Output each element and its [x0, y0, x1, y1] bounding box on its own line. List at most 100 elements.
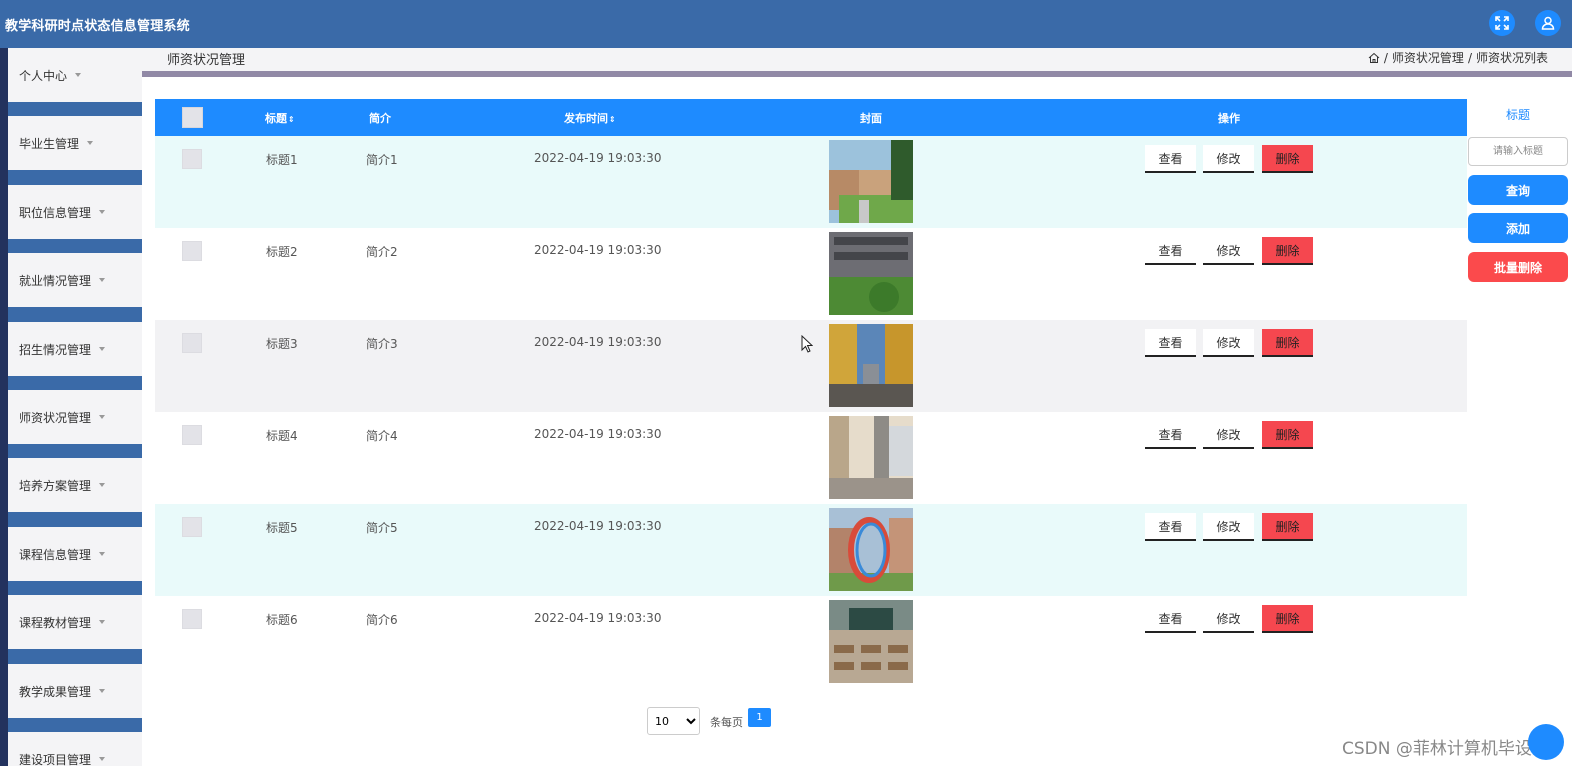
page-size-select[interactable]: 10 [647, 707, 700, 735]
select-all-checkbox[interactable] [182, 107, 203, 128]
edit-button[interactable]: 修改 [1203, 605, 1254, 633]
delete-button[interactable]: 删除 [1262, 145, 1313, 173]
delete-button[interactable]: 删除 [1262, 605, 1313, 633]
breadcrumb-sep: / [1467, 50, 1472, 65]
delete-button[interactable]: 删除 [1262, 237, 1313, 265]
chevron-down-icon [99, 757, 105, 761]
top-bar: 教学科研时点状态信息管理系统 [0, 0, 1572, 48]
cell-time: 2022-04-19 19:03:30 [534, 335, 662, 349]
add-button[interactable]: 添加 [1468, 213, 1568, 243]
sidebar-item[interactable]: 课程信息管理 [8, 527, 142, 581]
cell-title: 标题3 [266, 337, 298, 351]
cell-time: 2022-04-19 19:03:30 [534, 151, 662, 165]
sidebar-item[interactable]: 教学成果管理 [8, 664, 142, 718]
sidebar-item[interactable]: 建设项目管理 [8, 732, 142, 766]
row-checkbox[interactable] [182, 333, 202, 353]
row-checkbox[interactable] [182, 425, 202, 445]
cell-time: 2022-04-19 19:03:30 [534, 611, 662, 625]
sort-icon[interactable]: ⇕ [609, 115, 616, 124]
chevron-down-icon [99, 210, 105, 214]
app-title: 教学科研时点状态信息管理系统 [5, 19, 190, 34]
search-input[interactable] [1468, 137, 1568, 166]
query-button[interactable]: 查询 [1468, 175, 1568, 205]
view-button[interactable]: 查看 [1145, 237, 1196, 265]
delete-button[interactable]: 删除 [1262, 513, 1313, 541]
column-header-title[interactable]: 标题⇕ [265, 110, 295, 126]
table-header: 标题⇕ 简介 发布时间⇕ 封面 操作 [155, 99, 1467, 136]
expand-icon[interactable] [1489, 10, 1515, 36]
table-row: 标题4 简介4 2022-04-19 19:03:30 查看 修改 删除 [155, 412, 1467, 504]
cell-title: 标题4 [266, 429, 298, 443]
breadcrumb: / 师资状况管理 / 师资状况列表 [1368, 49, 1548, 66]
watermark: CSDN @菲林计算机毕设 [1342, 739, 1532, 759]
chevron-down-icon [99, 689, 105, 693]
column-header-intro: 简介 [369, 112, 391, 125]
sidebar-item[interactable]: 职位信息管理 [8, 185, 142, 239]
delete-button[interactable]: 删除 [1262, 329, 1313, 357]
breadcrumb-sep: / [1383, 50, 1388, 65]
sidebar-item-label: 教学成果管理 [19, 685, 92, 699]
sidebar-item[interactable]: 师资状况管理 [8, 390, 142, 444]
chevron-down-icon [99, 552, 105, 556]
cover-image[interactable] [829, 232, 913, 315]
cover-image[interactable] [829, 600, 913, 683]
sidebar-item-label: 招生情况管理 [19, 343, 92, 357]
chevron-down-icon [99, 347, 105, 351]
breadcrumb-level1[interactable]: 师资状况管理 [1392, 49, 1464, 66]
sidebar-item-label: 职位信息管理 [19, 206, 92, 220]
sidebar-item-label: 个人中心 [19, 69, 68, 83]
edit-button[interactable]: 修改 [1203, 421, 1254, 449]
row-checkbox[interactable] [182, 149, 202, 169]
mouse-cursor-icon [801, 335, 813, 353]
sidebar-item[interactable]: 招生情况管理 [8, 322, 142, 376]
view-button[interactable]: 查看 [1145, 145, 1196, 173]
batch-delete-button[interactable]: 批量删除 [1468, 252, 1568, 282]
per-page-label: 条每页 [710, 716, 743, 729]
view-button[interactable]: 查看 [1145, 421, 1196, 449]
edit-button[interactable]: 修改 [1203, 145, 1254, 173]
edit-button[interactable]: 修改 [1203, 237, 1254, 265]
view-button[interactable]: 查看 [1145, 605, 1196, 633]
cell-intro: 简介1 [366, 153, 398, 167]
sidebar-item[interactable]: 毕业生管理 [8, 116, 142, 170]
cell-intro: 简介6 [366, 613, 398, 627]
breadcrumb-bar: 师资状况管理 / 师资状况管理 / 师资状况列表 [142, 48, 1572, 71]
page-number-button[interactable]: 1 [748, 708, 771, 727]
cell-time: 2022-04-19 19:03:30 [534, 243, 662, 257]
sort-icon[interactable]: ⇕ [288, 115, 295, 124]
sidebar-item[interactable]: 就业情况管理 [8, 253, 142, 307]
table-row: 标题6 简介6 2022-04-19 19:03:30 查看 修改 删除 [155, 596, 1467, 688]
user-icon[interactable] [1535, 10, 1561, 36]
sidebar-item-label: 课程教材管理 [19, 616, 92, 630]
cell-time: 2022-04-19 19:03:30 [534, 427, 662, 441]
cover-image[interactable] [829, 508, 913, 591]
breadcrumb-divider [142, 71, 1572, 77]
cover-image[interactable] [829, 140, 913, 223]
column-header-time[interactable]: 发布时间⇕ [564, 110, 616, 126]
sidebar-item[interactable]: 个人中心 [8, 48, 142, 102]
row-checkbox[interactable] [182, 517, 202, 537]
view-button[interactable]: 查看 [1145, 329, 1196, 357]
row-checkbox[interactable] [182, 609, 202, 629]
cover-image[interactable] [829, 324, 913, 407]
table-row: 标题2 简介2 2022-04-19 19:03:30 查看 修改 删除 [155, 228, 1467, 320]
cover-image[interactable] [829, 416, 913, 499]
view-button[interactable]: 查看 [1145, 513, 1196, 541]
sidebar-item-label: 毕业生管理 [19, 137, 80, 151]
sidebar-item[interactable]: 课程教材管理 [8, 595, 142, 649]
cell-title: 标题5 [266, 521, 298, 535]
delete-button[interactable]: 删除 [1262, 421, 1313, 449]
sidebar-item-label: 就业情况管理 [19, 274, 92, 288]
edit-button[interactable]: 修改 [1203, 513, 1254, 541]
home-icon[interactable] [1368, 52, 1380, 64]
sidebar-item-label: 课程信息管理 [19, 548, 92, 562]
sidebar-item-label: 建设项目管理 [19, 753, 92, 766]
floating-action-button[interactable] [1528, 724, 1564, 760]
cell-intro: 简介3 [366, 337, 398, 351]
sidebar-item-label: 师资状况管理 [19, 411, 92, 425]
sidebar-item[interactable]: 培养方案管理 [8, 458, 142, 512]
edit-button[interactable]: 修改 [1203, 329, 1254, 357]
cell-time: 2022-04-19 19:03:30 [534, 519, 662, 533]
chevron-down-icon [99, 620, 105, 624]
row-checkbox[interactable] [182, 241, 202, 261]
